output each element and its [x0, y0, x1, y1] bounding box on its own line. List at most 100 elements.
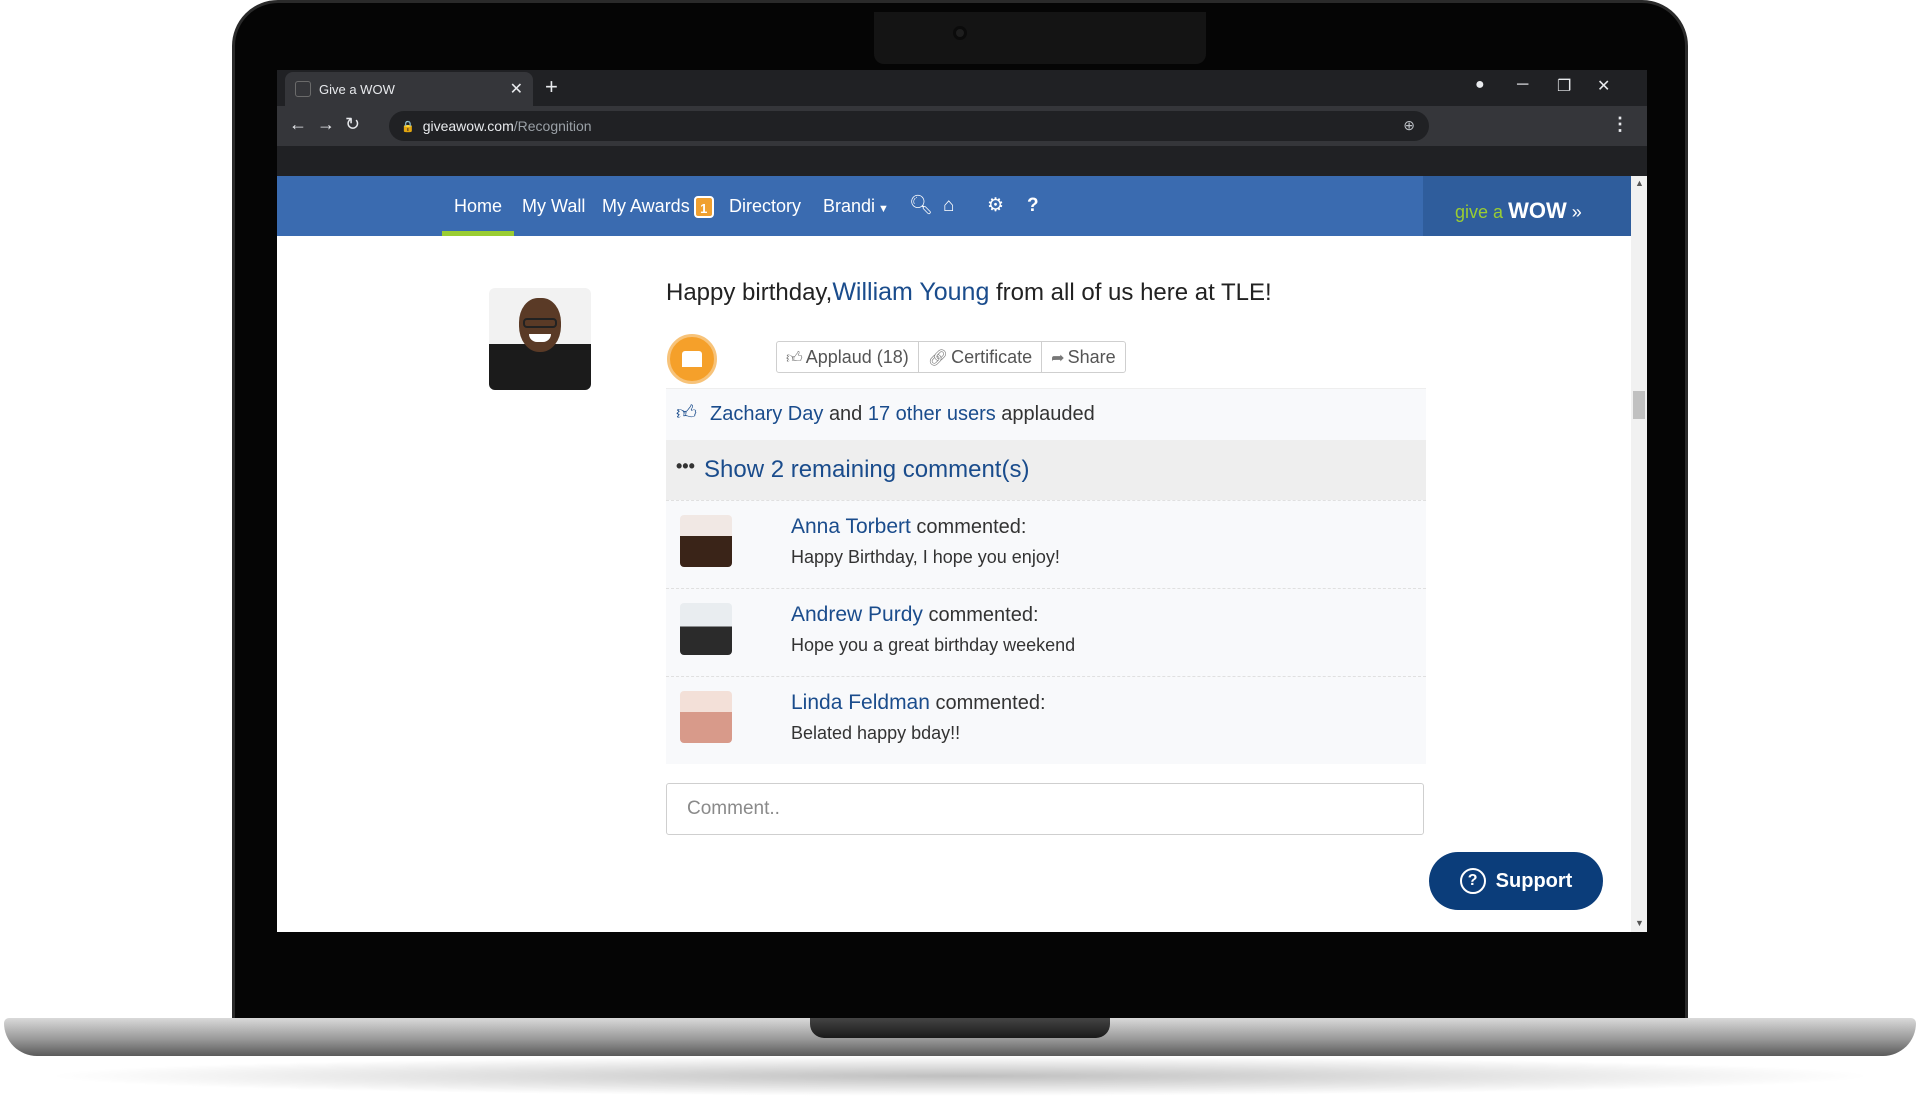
web-page: Home My Wall My Awards 1 Directory Brandi… [277, 176, 1647, 932]
applauded-and: and [828, 403, 863, 425]
certificate-label: Certificate [951, 347, 1033, 367]
commented-word: commented: [935, 692, 1046, 714]
brand-logo[interactable]: give a WOW » [1423, 176, 1631, 236]
show-remaining-label[interactable]: Show 2 remaining comment(s) [704, 456, 1029, 484]
comment-author-link[interactable]: Linda Feldman [791, 691, 930, 714]
applaud-button[interactable]: 👍︎ Applaud (18) [777, 342, 919, 372]
birthday-cake-icon [667, 334, 717, 384]
first-applauder-link[interactable]: Zachary Day [710, 403, 823, 425]
lock-icon: 🔒 [401, 120, 415, 133]
browser-tab[interactable]: Give a WOW ✕ [285, 72, 533, 106]
thumbs-up-icon: 👍︎ [786, 350, 803, 367]
question-circle-icon: ? [1459, 868, 1486, 894]
applauded-text: Zachary Day and 17 other users applauded [710, 403, 1095, 426]
page-scrollbar[interactable] [1631, 176, 1647, 932]
chevron-down-icon: ▼ [878, 203, 889, 215]
headline-prefix: Happy birthday, [666, 279, 833, 306]
laptop-base-notch [810, 1018, 1110, 1038]
awards-badge: 1 [693, 196, 714, 219]
applaud-label: Applaud (18) [805, 347, 909, 367]
search-icon[interactable]: 🔍︎ [909, 176, 933, 236]
support-button[interactable]: ? Support [1429, 852, 1603, 910]
avatar-glasses [523, 318, 557, 328]
url-host: giveawow.com [422, 118, 514, 134]
zoom-icon[interactable]: ⊕ [1403, 117, 1415, 134]
share-label: Share [1067, 347, 1116, 367]
certificate-button[interactable]: 🔗︎ Certificate [919, 342, 1043, 372]
brand-arrows: » [1571, 202, 1582, 222]
tab-bar: Give a WOW ✕ + ● ─ ❐ ✕ [277, 70, 1647, 106]
comment-header: Linda Feldman commented: [791, 691, 1046, 715]
browser-window: Give a WOW ✕ + ● ─ ❐ ✕ ← → ↻ 🔒 giveawow.… [277, 70, 1647, 932]
commenter-avatar[interactable] [680, 515, 732, 567]
comment-item: Anna Torbert commented: Happy Birthday, … [666, 500, 1426, 588]
close-tab-icon[interactable]: ✕ [510, 79, 523, 99]
camera-icon [953, 26, 967, 40]
address-bar[interactable]: 🔒 giveawow.com /Recognition ⊕ [389, 111, 1429, 141]
brand-give: give a [1455, 202, 1504, 222]
headline-suffix: from all of us here at TLE! [996, 279, 1272, 306]
comment-author-link[interactable]: Andrew Purdy [791, 603, 923, 626]
applauded-suffix: applauded [1001, 403, 1095, 425]
support-label: Support [1495, 869, 1573, 892]
forward-arrow-icon[interactable]: → [317, 114, 335, 135]
nav-home[interactable]: Home [441, 176, 515, 236]
browser-toolbar: ← → ↻ 🔒 giveawow.com /Recognition ⊕ ⋮ [277, 106, 1647, 146]
post-actions: 👍︎ Applaud (18) 🔗︎ Certificate ➦ Share [776, 341, 1126, 373]
close-window-icon[interactable]: ✕ [1597, 76, 1610, 96]
settings-gears-icon[interactable]: ⚙ [987, 176, 1004, 236]
back-arrow-icon[interactable]: ← [289, 114, 307, 135]
comment-author-link[interactable]: Anna Torbert [791, 515, 911, 538]
scroll-up-icon[interactable]: ▲ [1635, 178, 1644, 188]
other-applauders-link[interactable]: 17 other users [868, 403, 996, 425]
comment-header: Anna Torbert commented: [791, 515, 1026, 539]
top-nav: Home My Wall My Awards 1 Directory Brandi… [277, 176, 1631, 236]
tab-title: Give a WOW [319, 81, 395, 97]
nav-my-awards-label: My Awards [602, 196, 690, 216]
recipient-link[interactable]: William Young [832, 278, 989, 306]
favicon-icon [295, 81, 311, 97]
post-headline: Happy birthday,William Young from all of… [666, 278, 1272, 307]
comment-text: Hope you a great birthday weekend [791, 635, 1076, 655]
cake-shape [682, 351, 702, 367]
nav-my-awards[interactable]: My Awards 1 [602, 176, 714, 236]
help-icon[interactable]: ? [1027, 176, 1039, 236]
camera-notch [874, 12, 1206, 64]
nav-user-menu[interactable]: Brandi ▼ [823, 176, 889, 236]
restore-icon[interactable]: ❐ [1557, 76, 1571, 96]
reload-icon[interactable]: ↻ [345, 114, 360, 135]
new-tab-button[interactable]: + [545, 74, 558, 100]
commented-word: commented: [928, 604, 1039, 626]
url-path: /Recognition [513, 118, 592, 134]
comment-input[interactable] [666, 783, 1424, 835]
comment-item: Andrew Purdy commented: Hope you a great… [666, 588, 1426, 676]
brand-wordmark: give a WOW » [1455, 198, 1582, 224]
scrollbar-thumb[interactable] [1633, 391, 1645, 419]
nav-directory[interactable]: Directory [729, 176, 801, 236]
share-arrow-icon: ➦ [1051, 350, 1065, 367]
applauded-summary: 👍︎ Zachary Day and 17 other users applau… [666, 388, 1426, 440]
scroll-down-icon[interactable]: ▼ [1635, 918, 1644, 928]
link-icon: 🔗︎ [927, 350, 949, 367]
show-remaining-comments[interactable]: ••• Show 2 remaining comment(s) [666, 440, 1426, 500]
comment-header: Andrew Purdy commented: [791, 603, 1039, 627]
nav-my-wall[interactable]: My Wall [522, 176, 585, 236]
comment-item: Linda Feldman commented: Belated happy b… [666, 676, 1426, 764]
commenter-avatar[interactable] [680, 691, 732, 743]
comment-text: Belated happy bday!! [791, 723, 961, 743]
share-button[interactable]: ➦ Share [1042, 342, 1124, 372]
laptop-mockup: Give a WOW ✕ + ● ─ ❐ ✕ ← → ↻ 🔒 giveawow.… [0, 0, 1920, 1114]
user-name: Brandi [823, 196, 876, 216]
browser-menu-icon[interactable]: ⋮ [1611, 114, 1629, 135]
ellipsis-icon: ••• [676, 456, 695, 476]
commenter-avatar[interactable] [680, 603, 732, 655]
laptop-shadow [40, 1056, 1880, 1096]
brand-wow: WOW [1508, 198, 1567, 223]
minimize-icon[interactable]: ─ [1517, 76, 1528, 94]
comment-text: Happy Birthday, I hope you enjoy! [791, 547, 1060, 567]
recipient-avatar[interactable] [489, 288, 591, 390]
thumbs-up-icon: 👍︎ [676, 402, 697, 424]
inbox-icon[interactable]: ⌂ [943, 176, 954, 236]
commented-word: commented: [916, 516, 1027, 538]
profile-icon[interactable]: ● [1475, 76, 1485, 94]
